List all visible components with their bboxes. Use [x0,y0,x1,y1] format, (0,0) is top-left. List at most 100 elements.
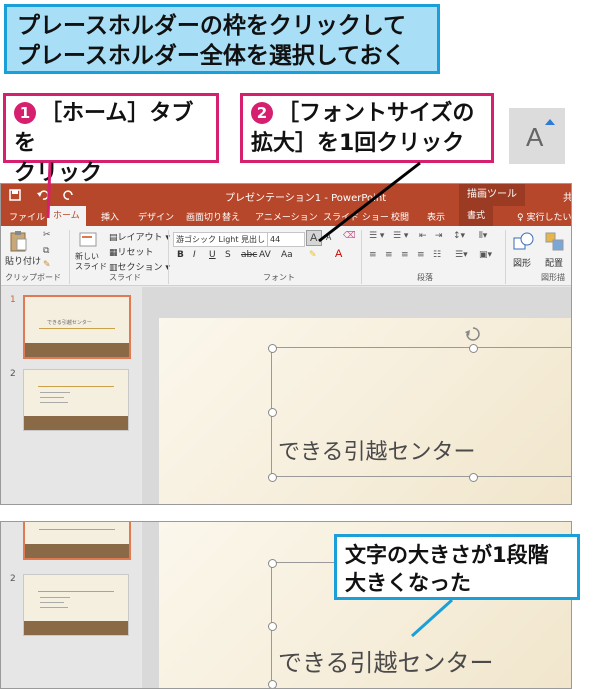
paste-icon[interactable] [9,230,27,252]
thumbnail-floor [25,343,129,357]
step2-line-2: 拡大］を1回クリック [251,131,465,156]
tab-animations[interactable]: アニメーション [255,210,318,223]
drawing-tools-context-tab: 描画ツール [459,184,525,206]
distributed-icon[interactable]: ☷ [433,250,441,260]
line-spacing-icon[interactable]: ↕▾ [453,231,465,241]
tell-me-label: 実行したい [526,213,572,223]
arrange-icon[interactable] [545,232,565,252]
thumbnail-floor [24,621,128,635]
save-icon[interactable] [9,189,21,201]
thumbnail-title: できる引越センター [47,320,92,326]
new-slide-label[interactable]: 新しい スライド [75,252,107,272]
resize-handle[interactable] [268,680,277,688]
slide-thumbnail-1[interactable] [23,522,131,560]
instruction-line-1: プレースホルダーの枠をクリックして [17,13,407,39]
paste-label[interactable]: 貼り付け [5,254,41,267]
italic-icon[interactable]: I [193,250,196,260]
increase-font-size-button[interactable]: A [306,230,322,246]
font-size-select[interactable]: 44 [267,232,305,247]
shapes-icon[interactable] [513,232,535,252]
format-painter-icon[interactable]: ✎ [43,260,51,270]
resize-handle[interactable] [268,344,277,353]
decrease-font-size-icon[interactable]: A [326,233,331,242]
font-color-icon[interactable]: A [335,248,342,260]
shapes-label[interactable]: 図形 [513,256,531,269]
layout-icon: ▤ [109,233,118,243]
resize-handle[interactable] [268,473,277,482]
underline-icon[interactable]: U [209,250,216,260]
thumbnail-text-line [40,597,70,598]
slide-canvas[interactable]: できる引越センター [159,318,571,504]
group-separator [505,230,506,284]
resize-handle[interactable] [469,473,478,482]
shadow-icon[interactable]: S [225,250,231,260]
resize-handle[interactable] [469,344,478,353]
result-line-2: 大きくなった [345,571,471,595]
thumbnail-floor [24,416,128,430]
decrease-indent-icon[interactable]: ⇤ [419,231,427,241]
tab-format[interactable]: 書式 [459,206,494,226]
step1-number: 1 [14,102,36,124]
reset-button[interactable]: ▦リセット [109,245,154,258]
thumbnail-text-line [40,607,68,608]
thumbnail-number: 2 [10,574,16,584]
copy-icon[interactable]: ⧉ [43,246,49,256]
bold-icon[interactable]: B [177,250,184,260]
change-case-icon[interactable]: Aa [281,250,293,260]
layout-button[interactable]: ▤レイアウト ▾ [109,230,170,243]
tab-file[interactable]: ファイル [9,210,45,223]
smartart-icon[interactable]: ▣▾ [479,250,492,260]
character-spacing-icon[interactable]: AV [259,250,271,260]
new-slide-icon[interactable] [79,232,97,248]
slide-thumbnail-2[interactable] [23,369,129,431]
highlight-icon[interactable]: ✎ [309,250,317,260]
tell-me-search[interactable]: ♀ 実行したい [517,210,571,223]
lightbulb-icon: ♀ [517,213,524,223]
step1-line-1: ［ホーム］タブを [14,101,194,156]
justify-icon[interactable]: ≡ [417,250,425,260]
slide-title-text[interactable]: できる引越センター [278,643,494,678]
arrange-label[interactable]: 配置 [545,256,563,269]
rotate-handle-icon[interactable] [465,326,481,342]
slide-title-text[interactable]: できる引越センター [278,434,476,466]
tab-view[interactable]: 表示 [427,210,445,223]
tab-transitions[interactable]: 画面切り替え [186,210,240,223]
resize-handle[interactable] [268,559,277,568]
align-center-icon[interactable]: ≡ [385,250,393,260]
tab-review[interactable]: 校閲 [391,210,409,223]
triangle-up-icon [545,119,555,125]
cut-icon[interactable]: ✂ [43,230,51,240]
result-callout: 文字の大きさが1段階 大きくなった [334,534,580,600]
undo-icon[interactable] [37,189,49,201]
redo-icon[interactable] [63,189,75,201]
step1-callout: 1 ［ホーム］タブを クリック [3,93,219,186]
group-separator [361,230,362,284]
tab-design[interactable]: デザイン [138,210,174,223]
thumbnail-text-line [40,392,70,393]
font-name-select[interactable]: 游ゴシック Light 見出し [173,232,269,247]
thumbnail-number: 1 [10,295,16,305]
align-left-icon[interactable]: ≡ [369,250,377,260]
slide-thumbnail-pane: 2 [1,522,141,688]
share-label[interactable]: 共 [563,189,571,204]
slide-thumbnail-1[interactable]: できる引越センター [23,295,131,359]
resize-handle[interactable] [268,622,277,631]
tab-insert[interactable]: 挿入 [101,210,119,223]
group-separator [69,230,70,284]
bullets-icon[interactable]: ☰ ▾ [369,231,384,241]
increase-indent-icon[interactable]: ⇥ [435,231,443,241]
columns-icon[interactable]: ⫴▾ [479,231,487,241]
thumbnail-rule [39,529,115,530]
strikethrough-icon[interactable]: abc [241,250,257,260]
step2-line-1: ［フォントサイズの [277,101,475,126]
align-right-icon[interactable]: ≡ [401,250,409,260]
ribbon-tabs: ファイル ホーム 挿入 デザイン 画面切り替え アニメーション スライド ショー… [1,206,571,226]
align-text-icon[interactable]: ☰▾ [455,250,468,260]
title-placeholder[interactable]: できる引越センター [271,347,571,477]
tab-slideshow[interactable]: スライド ショー [323,210,389,223]
tab-home[interactable]: ホーム [47,206,86,226]
numbering-icon[interactable]: ☰ ▾ [393,231,408,241]
resize-handle[interactable] [268,408,277,417]
clear-formatting-icon[interactable]: ⌫ [343,231,356,241]
slide-thumbnail-2[interactable] [23,574,129,636]
